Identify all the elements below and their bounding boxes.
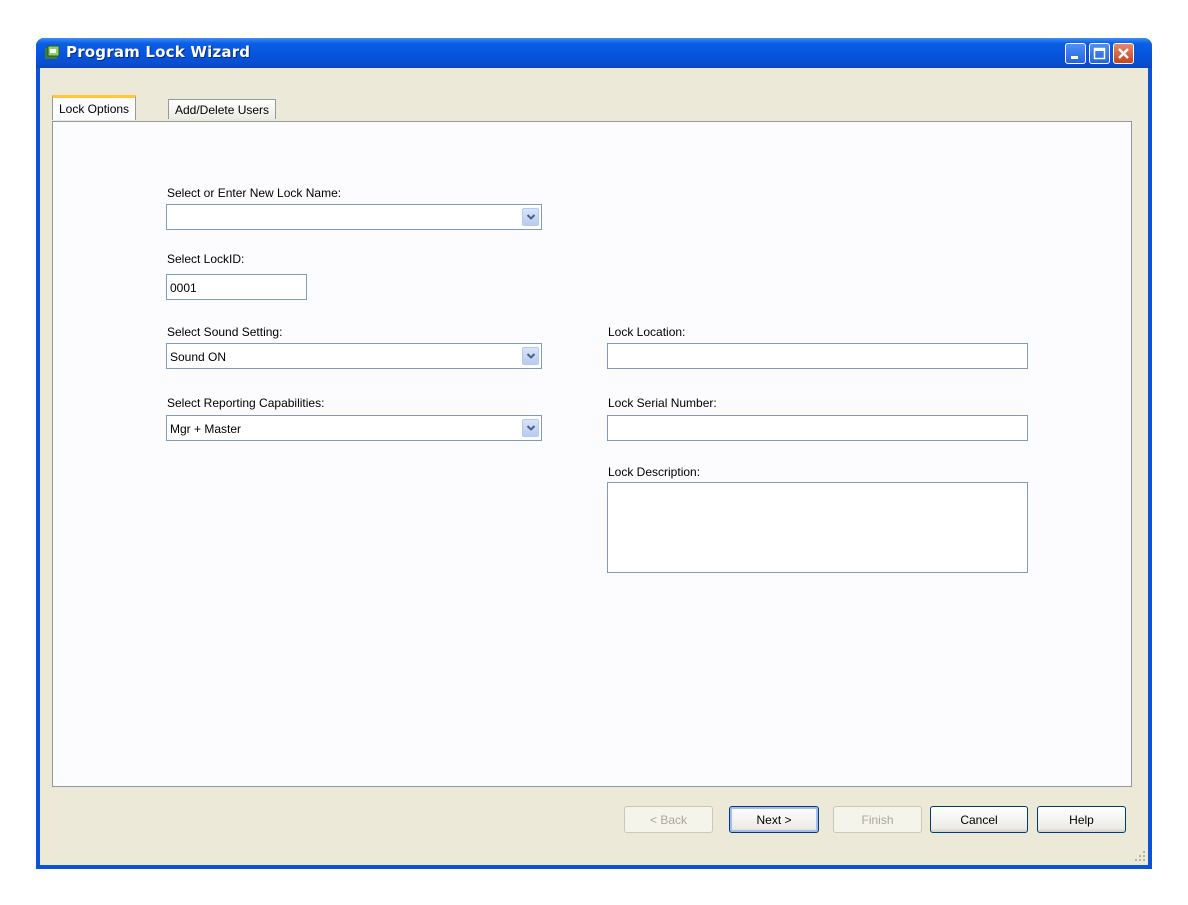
lock-description-textarea[interactable] <box>607 482 1028 573</box>
next-button[interactable]: Next > <box>729 806 819 833</box>
finish-button[interactable]: Finish <box>833 806 922 833</box>
lock-id-field[interactable]: 0001 <box>166 274 307 300</box>
chevron-down-icon <box>526 214 536 220</box>
close-button[interactable] <box>1113 43 1134 64</box>
sound-setting-value: Sound ON <box>170 350 227 364</box>
reporting-capabilities-combobox[interactable]: Mgr + Master <box>166 415 542 441</box>
reporting-capabilities-value: Mgr + Master <box>170 422 242 436</box>
sound-setting-label: Select Sound Setting: <box>167 325 283 339</box>
lock-id-value: 0001 <box>170 281 197 295</box>
cancel-button[interactable]: Cancel <box>930 806 1028 833</box>
chevron-down-icon <box>526 425 536 431</box>
chevron-down-icon <box>526 353 536 359</box>
reporting-capabilities-dropdown-button[interactable] <box>522 419 539 437</box>
sound-setting-combobox[interactable]: Sound ON <box>166 343 542 369</box>
app-icon <box>45 45 60 59</box>
tab-lock-options[interactable]: Lock Options <box>52 95 137 120</box>
lock-id-label: Select LockID: <box>167 252 245 266</box>
lock-serial-number-field[interactable] <box>607 415 1028 441</box>
lock-description-label: Lock Description: <box>608 465 701 479</box>
resize-grip-icon[interactable] <box>1134 850 1146 862</box>
back-button[interactable]: < Back <box>624 806 713 833</box>
title-bar[interactable]: Program Lock Wizard <box>36 38 1152 68</box>
help-button[interactable]: Help <box>1037 806 1126 833</box>
sound-setting-dropdown-button[interactable] <box>522 347 539 365</box>
close-icon <box>1118 48 1129 59</box>
reporting-capabilities-label: Select Reporting Capabilities: <box>167 396 325 410</box>
tab-add-delete-users[interactable]: Add/Delete Users <box>168 99 277 119</box>
lock-serial-number-label: Lock Serial Number: <box>608 396 717 410</box>
minimize-button[interactable] <box>1065 43 1086 64</box>
lock-name-label: Select or Enter New Lock Name: <box>167 186 342 200</box>
window-title: Program Lock Wizard <box>66 43 251 61</box>
lock-location-field[interactable] <box>607 343 1028 369</box>
minimize-icon <box>1071 56 1078 59</box>
maximize-button[interactable] <box>1089 43 1110 64</box>
lock-name-combobox[interactable] <box>166 204 542 230</box>
maximize-icon <box>1093 47 1106 60</box>
lock-name-dropdown-button[interactable] <box>522 208 539 226</box>
lock-location-label: Lock Location: <box>608 325 686 339</box>
